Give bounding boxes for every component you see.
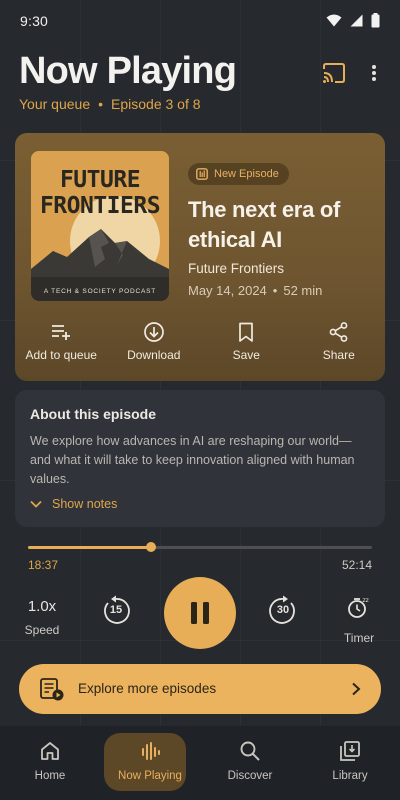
queue-label[interactable]: Your queue xyxy=(19,96,90,112)
action-label: Save xyxy=(232,348,260,362)
wifi-icon xyxy=(326,14,342,27)
signal-icon xyxy=(350,14,363,27)
nav-home[interactable]: Home xyxy=(0,726,100,800)
nav-icon-wrap xyxy=(100,740,200,762)
pause-button[interactable] xyxy=(164,577,236,649)
share-icon xyxy=(329,322,348,342)
explore-more-episodes-button[interactable]: Explore more episodes xyxy=(19,664,381,714)
new-episode-icon xyxy=(196,168,208,180)
episodes-list-icon xyxy=(40,678,64,701)
action-label: Download xyxy=(127,348,181,362)
nav-label: Discover xyxy=(227,770,273,782)
elapsed-time: 18:37 xyxy=(28,558,59,572)
timer-icon: zz xyxy=(348,597,369,618)
episode-title: The next era of ethical AI xyxy=(188,197,340,252)
speed-label: Speed xyxy=(24,623,60,637)
separator-dot: • xyxy=(98,96,104,112)
nav-discover[interactable]: Discover xyxy=(200,726,300,800)
explore-label: Explore more episodes xyxy=(78,681,217,696)
cast-button[interactable] xyxy=(321,61,347,85)
nav-icon-wrap xyxy=(300,740,400,762)
progress-thumb[interactable] xyxy=(145,542,156,552)
more-vert-icon xyxy=(372,65,376,81)
download-icon xyxy=(143,322,164,342)
speed-value: 1.0x xyxy=(27,598,57,615)
episode-meta: May 14, 2024 • 52 min xyxy=(188,283,322,298)
episode-actions: Add to queue Download Save Share xyxy=(15,321,385,373)
svg-text:zz: zz xyxy=(363,597,369,604)
podcast-cover-art: FUTURE FRONTIERS A TECH & SOCIETY PODCAS… xyxy=(31,151,169,301)
forward-seconds: 30 xyxy=(276,604,290,616)
rewind-button[interactable]: 15 xyxy=(99,594,133,628)
action-label: Share xyxy=(322,348,355,362)
badge-label: New Episode xyxy=(214,168,279,180)
status-icons xyxy=(326,13,380,28)
show-name[interactable]: Future Frontiers xyxy=(188,261,284,276)
search-icon xyxy=(240,741,260,761)
playback-progress-bar[interactable] xyxy=(28,542,372,552)
playlist-add-icon xyxy=(52,325,71,340)
page-title: Now Playing xyxy=(19,50,237,92)
pause-icon xyxy=(191,602,209,624)
total-time: 52:14 xyxy=(341,558,372,572)
status-time: 9:30 xyxy=(20,13,49,29)
battery-icon xyxy=(371,13,380,28)
share-button[interactable]: Share xyxy=(296,321,382,373)
download-button[interactable]: Download xyxy=(111,321,197,373)
nav-library[interactable]: Library xyxy=(300,726,400,800)
nav-label: Library xyxy=(332,770,368,782)
nav-label: Now Playing xyxy=(118,770,182,782)
cover-title-line2: FRONTIERS xyxy=(39,193,161,219)
show-notes-toggle[interactable]: Show notes xyxy=(30,497,117,511)
cover-title: FUTURE FRONTIERS xyxy=(31,167,169,219)
episode-date: May 14, 2024 xyxy=(188,283,267,298)
cast-icon xyxy=(323,63,345,83)
save-button[interactable]: Save xyxy=(203,321,289,373)
nav-label: Home xyxy=(34,770,66,782)
playback-speed-button[interactable]: 1.0x Speed xyxy=(22,598,62,637)
episode-duration: 52 min xyxy=(283,283,323,298)
episode-card: FUTURE FRONTIERS A TECH & SOCIETY PODCAS… xyxy=(15,133,385,381)
now-playing-screen: 9:30 Now Playing Your queue • Episode 3 … xyxy=(0,0,400,800)
equalizer-icon xyxy=(142,742,160,760)
action-label: Add to queue xyxy=(25,348,97,362)
queue-info: Your queue • Episode 3 of 8 xyxy=(19,96,201,112)
nav-icon-wrap xyxy=(200,740,300,762)
library-icon xyxy=(340,741,360,761)
rewind-seconds: 15 xyxy=(109,604,123,616)
forward-button[interactable]: 30 xyxy=(266,594,300,628)
chevron-right-icon xyxy=(352,682,361,696)
home-icon xyxy=(41,742,59,760)
bookmark-icon xyxy=(239,322,254,342)
show-notes-label: Show notes xyxy=(52,497,118,511)
about-description: We explore how advances in AI are reshap… xyxy=(30,434,355,486)
cover-tagline: A TECH & SOCIETY PODCAST xyxy=(43,288,157,295)
timer-label: Timer xyxy=(343,631,375,645)
new-episode-badge: New Episode xyxy=(188,163,289,185)
more-options-button[interactable] xyxy=(366,62,382,86)
add-to-queue-button[interactable]: Add to queue xyxy=(18,321,104,373)
about-episode-card: About this episode We explore how advanc… xyxy=(15,390,385,527)
chevron-down-icon xyxy=(30,500,42,508)
progress-fill xyxy=(28,546,151,549)
status-bar: 9:30 xyxy=(0,0,400,40)
nav-now-playing[interactable]: Now Playing xyxy=(100,726,200,800)
cover-title-line1: FUTURE xyxy=(59,167,141,193)
meta-separator: • xyxy=(272,283,278,298)
about-title: About this episode xyxy=(30,406,156,422)
sleep-timer-button[interactable]: zz Timer xyxy=(340,596,378,645)
nav-icon-wrap xyxy=(0,740,100,762)
bottom-navigation: Home Now Playing Discover Library xyxy=(0,726,400,800)
episode-position: Episode 3 of 8 xyxy=(111,96,201,112)
